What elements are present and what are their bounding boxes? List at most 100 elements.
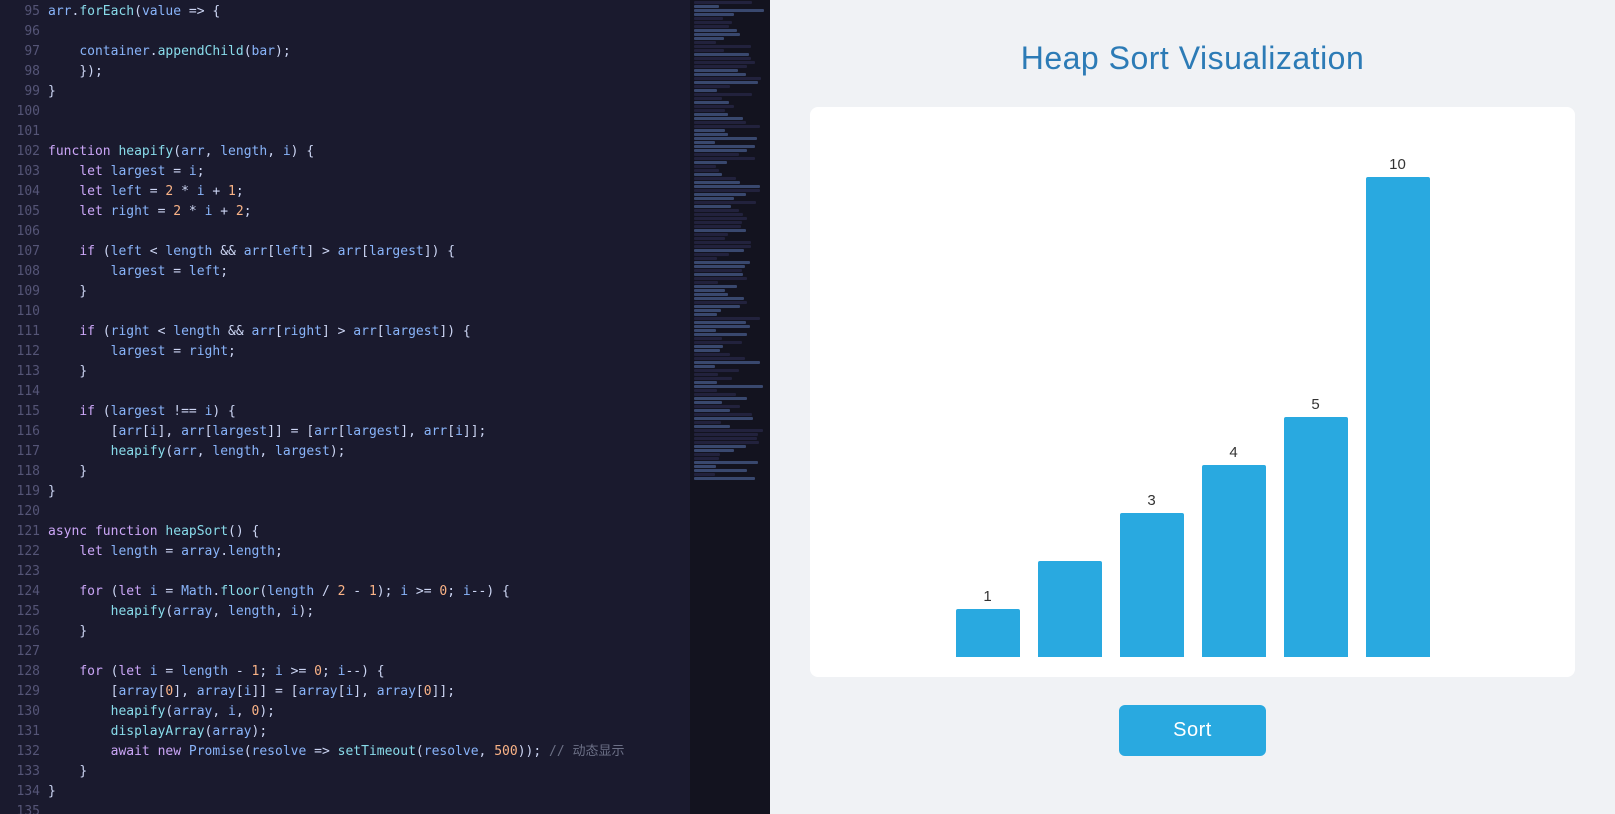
- line-number: 103: [4, 162, 40, 182]
- line-number: 106: [4, 222, 40, 242]
- line-number: 105: [4, 202, 40, 222]
- code-line: for (let i = length - 1; i >= 0; i--) {: [48, 662, 770, 682]
- line-number: 133: [4, 762, 40, 782]
- code-line: arr.forEach(value => {: [48, 2, 770, 22]
- code-line: [48, 302, 770, 322]
- code-line: container.appendChild(bar);: [48, 42, 770, 62]
- line-number: 96: [4, 22, 40, 42]
- code-line: heapify(array, length, i);: [48, 602, 770, 622]
- code-line: async function heapSort() {: [48, 522, 770, 542]
- code-line: }: [48, 762, 770, 782]
- code-line: displayArray(array);: [48, 722, 770, 742]
- bar-group: 3: [1120, 492, 1184, 657]
- bar-label: 3: [1147, 492, 1155, 509]
- line-number: 122: [4, 542, 40, 562]
- minimap: [690, 0, 770, 814]
- viz-panel: Heap Sort Visualization 134510 Sort: [770, 0, 1615, 814]
- line-number: 109: [4, 282, 40, 302]
- code-line: [48, 382, 770, 402]
- code-line: }: [48, 82, 770, 102]
- line-number: 110: [4, 302, 40, 322]
- line-number: 132: [4, 742, 40, 762]
- code-line: largest = right;: [48, 342, 770, 362]
- bar-group: 4: [1202, 444, 1266, 657]
- bar: [1202, 465, 1266, 657]
- code-line: }: [48, 282, 770, 302]
- bar-label: 5: [1311, 396, 1319, 413]
- code-line: await new Promise(resolve => setTimeout(…: [48, 742, 770, 762]
- code-line: }: [48, 482, 770, 502]
- code-line: [48, 102, 770, 122]
- line-number: 120: [4, 502, 40, 522]
- code-line: let left = 2 * i + 1;: [48, 182, 770, 202]
- sort-button[interactable]: Sort: [1119, 705, 1266, 756]
- code-line: [48, 22, 770, 42]
- line-number: 115: [4, 402, 40, 422]
- line-number: 97: [4, 42, 40, 62]
- bar: [1366, 177, 1430, 657]
- line-number: 130: [4, 702, 40, 722]
- line-number: 117: [4, 442, 40, 462]
- code-line: [array[0], array[i]] = [array[i], array[…: [48, 682, 770, 702]
- chart-container: 1 3 4 5 10: [810, 107, 1575, 677]
- line-number: 116: [4, 422, 40, 442]
- bar: [1038, 561, 1102, 657]
- line-number: 125: [4, 602, 40, 622]
- code-line: let length = array.length;: [48, 542, 770, 562]
- code-line: }: [48, 362, 770, 382]
- code-line: [48, 562, 770, 582]
- code-line: [48, 122, 770, 142]
- bar-label: 1: [983, 588, 991, 605]
- line-number: 100: [4, 102, 40, 122]
- line-number: 135: [4, 802, 40, 814]
- sort-button-area: Sort: [1119, 705, 1266, 756]
- code-line: [arr[i], arr[largest]] = [arr[largest], …: [48, 422, 770, 442]
- line-number: 127: [4, 642, 40, 662]
- line-number: 123: [4, 562, 40, 582]
- line-number: 102: [4, 142, 40, 162]
- bars-area: 1 3 4 5 10: [850, 137, 1535, 657]
- code-line: [48, 502, 770, 522]
- code-line: heapify(array, i, 0);: [48, 702, 770, 722]
- code-line: for (let i = Math.floor(length / 2 - 1);…: [48, 582, 770, 602]
- line-number: 98: [4, 62, 40, 82]
- code-line: }: [48, 462, 770, 482]
- line-number: 124: [4, 582, 40, 602]
- bar-group: 10: [1366, 156, 1430, 657]
- line-number: 112: [4, 342, 40, 362]
- code-panel: 9596979899100101102103104105106107108109…: [0, 0, 770, 814]
- line-number: 107: [4, 242, 40, 262]
- code-line: }: [48, 622, 770, 642]
- bar-label: 10: [1389, 156, 1406, 173]
- bar: [1120, 513, 1184, 657]
- line-number: 129: [4, 682, 40, 702]
- code-line: function heapify(arr, length, i) {: [48, 142, 770, 162]
- code-line: heapify(arr, length, largest);: [48, 442, 770, 462]
- line-number: 114: [4, 382, 40, 402]
- line-number: 119: [4, 482, 40, 502]
- code-lines: arr.forEach(value => { container.appendC…: [48, 0, 770, 814]
- code-line: }: [48, 782, 770, 802]
- line-number: 134: [4, 782, 40, 802]
- bar: [1284, 417, 1348, 657]
- code-line: });: [48, 62, 770, 82]
- code-line: largest = left;: [48, 262, 770, 282]
- code-line: if (left < length && arr[left] > arr[lar…: [48, 242, 770, 262]
- line-number: 121: [4, 522, 40, 542]
- code-line: [48, 802, 770, 814]
- line-number: 95: [4, 2, 40, 22]
- line-number: 99: [4, 82, 40, 102]
- bar-group: 1: [956, 588, 1020, 657]
- line-numbers: 9596979899100101102103104105106107108109…: [0, 0, 48, 814]
- line-number: 131: [4, 722, 40, 742]
- code-line: if (largest !== i) {: [48, 402, 770, 422]
- line-number: 108: [4, 262, 40, 282]
- code-line: if (right < length && arr[right] > arr[l…: [48, 322, 770, 342]
- line-number: 104: [4, 182, 40, 202]
- bar-group: [1038, 557, 1102, 657]
- code-area: 9596979899100101102103104105106107108109…: [0, 0, 770, 814]
- line-number: 128: [4, 662, 40, 682]
- code-line: let largest = i;: [48, 162, 770, 182]
- line-number: 111: [4, 322, 40, 342]
- line-number: 118: [4, 462, 40, 482]
